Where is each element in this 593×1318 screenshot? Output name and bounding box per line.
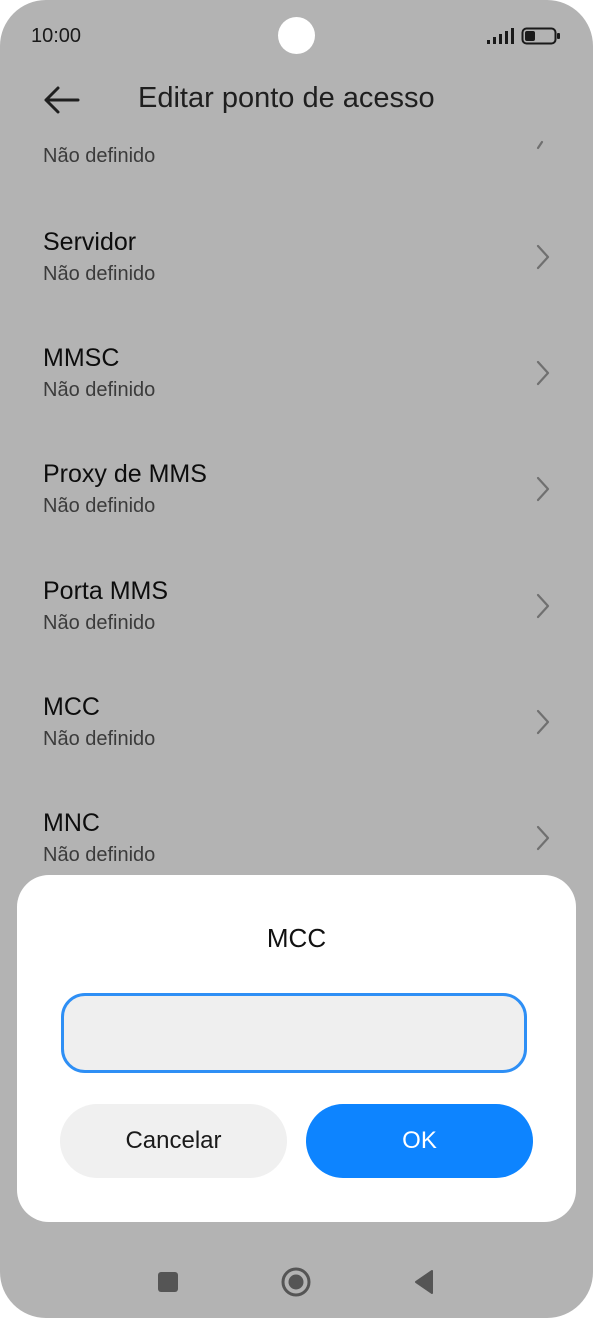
status-time: 10:00 bbox=[31, 25, 82, 47]
dialog-title: MCC bbox=[266, 923, 327, 953]
phone-screen: 10:00 Editar ponto de acesso Não definid… bbox=[0, 0, 593, 1318]
setting-label: Porta MMS bbox=[43, 577, 169, 605]
chevron-right-icon bbox=[536, 476, 550, 502]
setting-label: MCC bbox=[43, 693, 100, 721]
setting-item-servidor[interactable]: Servidor Não definido bbox=[0, 228, 593, 344]
setting-item-proxy-mms[interactable]: Proxy de MMS Não definido bbox=[0, 460, 593, 576]
chevron-right-icon bbox=[536, 709, 550, 735]
setting-item-mcc[interactable]: MCC Não definido bbox=[0, 693, 593, 809]
chevron-right-icon bbox=[536, 140, 544, 150]
setting-value: Não definido bbox=[43, 844, 156, 866]
setting-value: Não definido bbox=[43, 495, 156, 517]
app-header: Editar ponto de acesso bbox=[0, 72, 593, 132]
setting-label: Proxy de MMS bbox=[43, 460, 207, 488]
chevron-right-icon bbox=[536, 593, 550, 619]
battery-icon bbox=[521, 27, 560, 45]
setting-value: Não definido bbox=[43, 612, 156, 634]
setting-item-porta-mms[interactable]: Porta MMS Não definido bbox=[0, 577, 593, 693]
camera-cutout bbox=[278, 17, 315, 54]
chevron-right-icon bbox=[536, 360, 550, 386]
triangle-back-icon[interactable] bbox=[408, 1266, 440, 1298]
signal-bars-icon bbox=[487, 28, 514, 44]
setting-label: Servidor bbox=[43, 228, 137, 256]
chevron-right-icon bbox=[536, 244, 550, 270]
status-bar: 10:00 bbox=[0, 0, 593, 72]
chevron-right-icon bbox=[536, 825, 550, 851]
square-icon[interactable] bbox=[152, 1266, 184, 1298]
setting-value: Não definido bbox=[43, 379, 156, 401]
setting-value: Não definido bbox=[43, 263, 156, 285]
arrow-left-icon[interactable] bbox=[40, 82, 84, 118]
partial-item-value: Não definido bbox=[43, 145, 156, 167]
navigation-bar bbox=[0, 1250, 593, 1314]
setting-label: MMSC bbox=[43, 344, 120, 372]
mcc-input[interactable] bbox=[61, 993, 527, 1073]
setting-item-mmsc[interactable]: MMSC Não definido bbox=[0, 344, 593, 460]
page-title: Editar ponto de acesso bbox=[138, 82, 435, 114]
circle-home-icon[interactable] bbox=[280, 1266, 312, 1298]
setting-label: MNC bbox=[43, 809, 100, 837]
ok-button[interactable]: OK bbox=[306, 1104, 533, 1178]
setting-value: Não definido bbox=[43, 728, 156, 750]
cancel-button[interactable]: Cancelar bbox=[60, 1104, 287, 1178]
mcc-dialog: MCC Cancelar OK bbox=[17, 875, 576, 1222]
